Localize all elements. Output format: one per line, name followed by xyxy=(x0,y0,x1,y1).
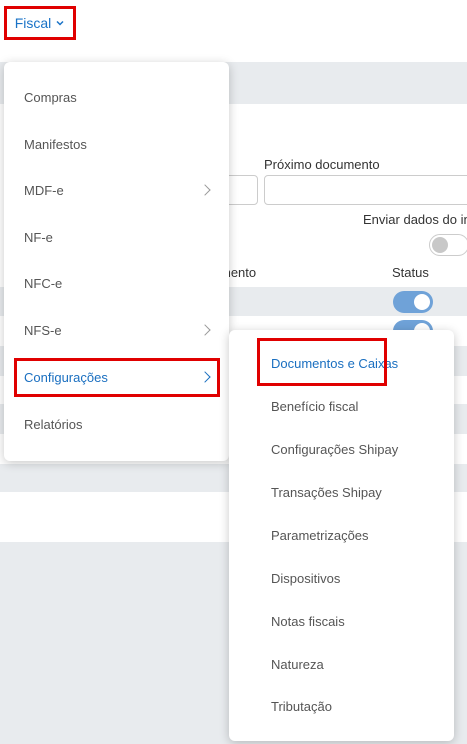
next-document-field[interactable] xyxy=(264,175,467,205)
submenu-item-parametrizacoes[interactable]: Parametrizações xyxy=(229,514,454,557)
configuracoes-submenu: Documentos e Caixas Benefício fiscal Con… xyxy=(229,330,454,741)
send-data-label: Enviar dados do in xyxy=(363,212,467,227)
submenu-item-configuracoes-shipay[interactable]: Configurações Shipay xyxy=(229,428,454,471)
menu-item-compras[interactable]: Compras xyxy=(4,74,229,120)
chevron-right-icon xyxy=(199,324,211,336)
submenu-item-natureza[interactable]: Natureza xyxy=(229,643,454,686)
menu-item-mdfe[interactable]: MDF-e xyxy=(4,167,229,213)
chevron-right-icon xyxy=(199,371,211,383)
submenu-item-label: Parametrizações xyxy=(271,528,369,543)
submenu-item-notas-fiscais[interactable]: Notas fiscais xyxy=(229,600,454,643)
menu-item-label: Configurações xyxy=(24,369,108,385)
menu-item-configuracoes[interactable]: Configurações xyxy=(4,354,229,400)
submenu-item-tributacao[interactable]: Tributação xyxy=(229,685,454,728)
menu-item-nfse[interactable]: NFS-e xyxy=(4,307,229,353)
submenu-item-label: Transações Shipay xyxy=(271,485,382,500)
fiscal-dropdown-menu: Compras Manifestos MDF-e NF-e NFC-e NFS-… xyxy=(4,62,229,461)
submenu-item-label: Dispositivos xyxy=(271,571,341,586)
next-document-label: Próximo documento xyxy=(264,157,380,172)
chevron-right-icon xyxy=(199,184,211,196)
submenu-item-beneficio-fiscal[interactable]: Benefício fiscal xyxy=(229,385,454,428)
menu-item-label: Relatórios xyxy=(24,416,83,432)
menu-item-label: NFC-e xyxy=(24,275,63,291)
submenu-item-label: Natureza xyxy=(271,657,324,672)
submenu-item-label: Documentos e Caixas xyxy=(271,356,399,371)
status-toggle[interactable] xyxy=(393,291,433,313)
menu-item-nfe[interactable]: NF-e xyxy=(4,214,229,260)
submenu-item-dispositivos[interactable]: Dispositivos xyxy=(229,557,454,600)
send-data-toggle[interactable] xyxy=(429,234,467,256)
submenu-item-label: Tributação xyxy=(271,699,332,714)
menu-item-label: MDF-e xyxy=(24,182,64,198)
menu-item-relatorios[interactable]: Relatórios xyxy=(4,401,229,447)
top-bar: Fiscal xyxy=(0,0,467,62)
menu-item-manifestos[interactable]: Manifestos xyxy=(4,121,229,167)
submenu-item-label: Configurações Shipay xyxy=(271,442,399,457)
submenu-item-transacoes-shipay[interactable]: Transações Shipay xyxy=(229,471,454,514)
chevron-down-icon xyxy=(56,20,64,26)
table-column-status: Status xyxy=(392,265,429,280)
menu-item-label: NF-e xyxy=(24,229,53,245)
fiscal-menu-label: Fiscal xyxy=(14,15,52,31)
menu-item-label: NFS-e xyxy=(24,322,62,338)
submenu-item-documentos-caixas[interactable]: Documentos e Caixas xyxy=(229,342,454,385)
menu-item-label: Compras xyxy=(24,89,77,105)
menu-item-label: Manifestos xyxy=(24,136,87,152)
menu-item-nfce[interactable]: NFC-e xyxy=(4,260,229,306)
submenu-item-label: Benefício fiscal xyxy=(271,399,359,414)
submenu-item-label: Notas fiscais xyxy=(271,614,345,629)
fiscal-menu-button[interactable]: Fiscal xyxy=(4,6,76,40)
